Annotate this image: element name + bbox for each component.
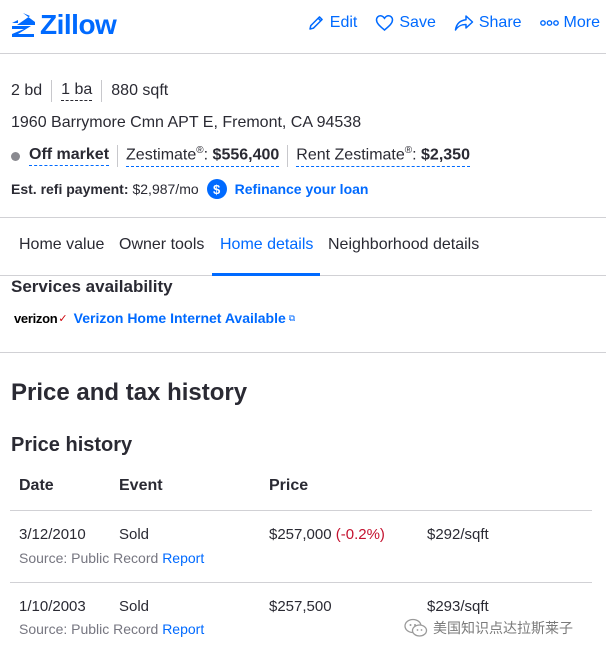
top-bar: Zillow Edit Save Share More [0, 0, 606, 54]
row-source-text: Source: Public Record [19, 550, 159, 566]
edit-label: Edit [329, 14, 358, 31]
more-label: More [563, 14, 600, 31]
row-event: Sold [119, 598, 150, 615]
external-link-icon: ⧉ [288, 312, 296, 323]
edit-button[interactable]: Edit [307, 14, 358, 32]
status-dot-icon [11, 151, 20, 161]
zestimate-value: $556,400 [212, 146, 280, 164]
row-price-change: (-0.2%) [335, 526, 385, 543]
rent-zestimate-value: $2,350 [421, 146, 470, 164]
save-button[interactable]: Save [375, 14, 436, 32]
share-label: Share [478, 14, 522, 31]
heart-icon [376, 15, 394, 31]
report-link[interactable]: Report [162, 621, 204, 637]
section-divider [0, 352, 606, 353]
row-price-cell: $257,000 (-0.2%) [269, 526, 385, 543]
table-row-divider [10, 582, 592, 583]
verizon-check-icon: ✓ [58, 312, 68, 325]
row-price-per-sqft: $292/sqft [427, 526, 489, 543]
wechat-icon [404, 618, 428, 637]
services-title: Services availability [11, 277, 173, 296]
address: 1960 Barrymore Cmn APT E, Fremont, CA 94… [11, 114, 362, 131]
share-arrow-icon [454, 15, 474, 31]
watermark-text: 美国知识点达拉斯莱子 [433, 620, 573, 636]
zestimate[interactable]: Zestimate®: $556,400 [126, 145, 280, 167]
active-tab-indicator [212, 273, 320, 276]
row-event: Sold [119, 526, 150, 543]
table-row-divider [10, 510, 592, 511]
tab-home-details[interactable]: Home details [220, 236, 313, 254]
row-price: $257,000 [269, 526, 332, 543]
status-badge[interactable]: Off market [29, 146, 110, 166]
save-label: Save [399, 14, 436, 31]
row-source-text: Source: Public Record [19, 621, 159, 637]
rent-zestimate-label: Rent Zestimate [296, 146, 405, 164]
refinance-link[interactable]: Refinance your loan [235, 181, 369, 197]
status-separator [287, 145, 289, 167]
column-header-price: Price [269, 477, 309, 494]
column-header-event: Event [119, 477, 163, 494]
status-row: Off market Zestimate®: $556,400 Rent Zes… [11, 145, 470, 167]
logo-text: Zillow [40, 9, 117, 40]
row-date: 1/10/2003 [19, 598, 86, 615]
refi-row: Est. refi payment: $2,987/mo $ Refinance… [11, 179, 368, 199]
more-dots-icon [539, 20, 559, 26]
refi-value: $2,987/mo [132, 181, 199, 197]
verizon-service: verizon ✓ Verizon Home Internet Availabl… [14, 310, 295, 326]
watermark: 美国知识点达拉斯莱子 [404, 618, 573, 638]
row-date: 3/12/2010 [19, 526, 86, 543]
verizon-logo: verizon [14, 310, 58, 326]
row-source: Source: Public Record Report [19, 550, 204, 566]
zillow-logo-icon [12, 13, 35, 37]
row-source: Source: Public Record Report [19, 621, 204, 637]
sqft: 880 sqft [111, 82, 169, 99]
zillow-logo[interactable]: Zillow [10, 9, 117, 41]
tab-home-value[interactable]: Home value [19, 236, 104, 254]
pencil-icon [309, 16, 323, 30]
facts-separator [101, 80, 103, 102]
details-tabs: Home value Owner tools Home details Neig… [0, 217, 606, 276]
dollar-icon: $ [206, 179, 227, 199]
row-price: $257,500 [269, 598, 332, 615]
beds: 2 bd [11, 82, 43, 99]
tab-neighborhood-details[interactable]: Neighborhood details [328, 236, 479, 254]
status-separator [117, 145, 119, 167]
column-header-date: Date [19, 477, 54, 494]
zestimate-label: Zestimate [126, 146, 197, 164]
report-link[interactable]: Report [162, 550, 204, 566]
header-actions: Edit Save Share More [307, 14, 600, 32]
home-facts: 2 bd 1 ba 880 sqft [11, 80, 168, 102]
tab-owner-tools[interactable]: Owner tools [119, 236, 204, 254]
rent-zestimate[interactable]: Rent Zestimate®: $2,350 [296, 145, 470, 167]
baths[interactable]: 1 ba [61, 81, 93, 101]
share-button[interactable]: Share [454, 14, 522, 32]
facts-separator [51, 80, 53, 102]
price-tax-heading: Price and tax history [11, 379, 248, 406]
row-price-per-sqft: $293/sqft [427, 598, 489, 615]
verizon-link[interactable]: Verizon Home Internet Available [74, 310, 286, 326]
refi-label: Est. refi payment: [11, 181, 129, 197]
more-button[interactable]: More [539, 14, 600, 32]
price-history-heading: Price history [11, 434, 133, 456]
